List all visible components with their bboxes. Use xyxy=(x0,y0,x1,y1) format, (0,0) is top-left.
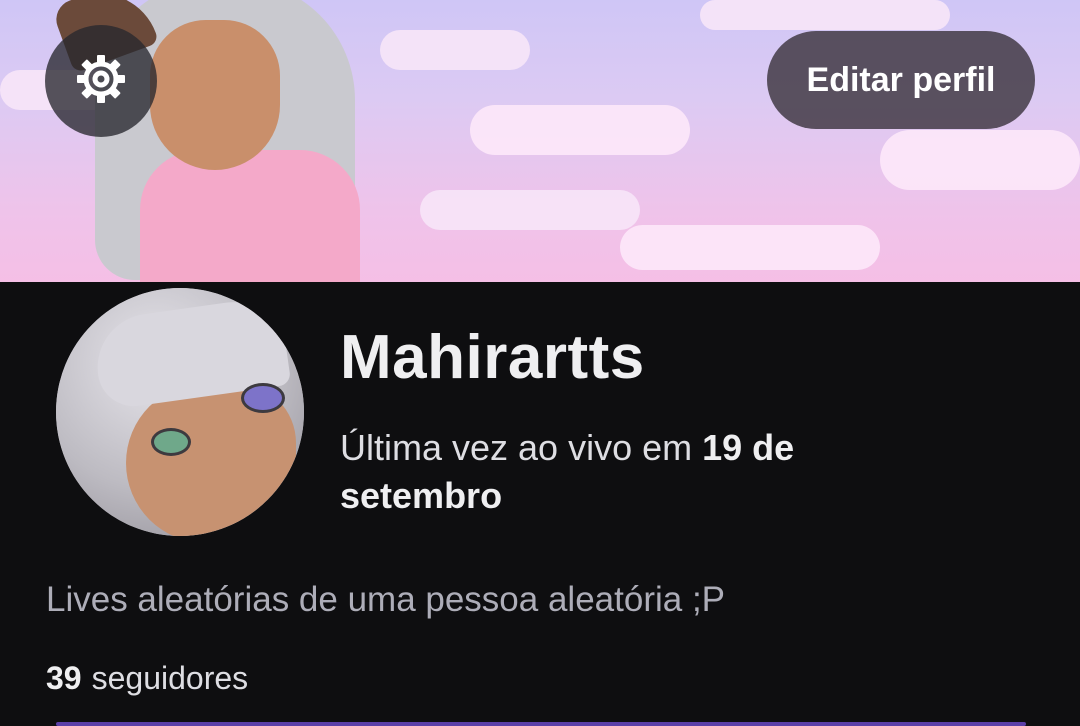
banner-cloud xyxy=(470,105,690,155)
last-live-text: Última vez ao vivo em 19 de setembro xyxy=(340,424,900,520)
avatar xyxy=(56,288,304,536)
gear-icon xyxy=(74,52,128,111)
avatar-eye-right xyxy=(241,383,285,413)
banner-character-body xyxy=(140,150,360,282)
followers-number: 39 xyxy=(46,660,82,696)
section-divider xyxy=(56,722,1026,726)
banner-cloud xyxy=(620,225,880,270)
followers-label: seguidores xyxy=(91,660,249,696)
banner-cloud xyxy=(880,130,1080,190)
banner-cloud xyxy=(700,0,950,30)
last-live-prefix: Última vez ao vivo em xyxy=(340,427,703,468)
edit-profile-button[interactable]: Editar perfil xyxy=(767,31,1035,129)
profile-username: Mahirartts xyxy=(340,323,645,392)
banner-cloud xyxy=(420,190,640,230)
settings-button[interactable] xyxy=(45,25,157,137)
avatar-eye-left xyxy=(151,428,191,456)
banner-cloud xyxy=(380,30,530,70)
banner-character-face xyxy=(150,20,280,170)
followers-count: 39 seguidores xyxy=(46,660,248,697)
profile-bio: Lives aleatórias de uma pessoa aleatória… xyxy=(46,580,726,619)
